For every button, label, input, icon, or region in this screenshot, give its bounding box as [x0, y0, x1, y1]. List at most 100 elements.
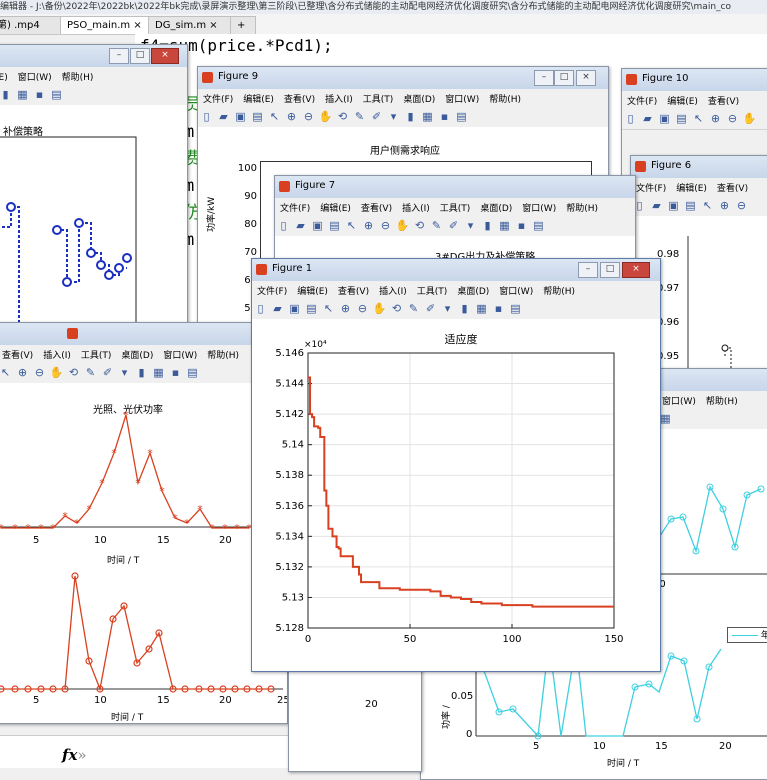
rotate-icon[interactable]: ⟲: [334, 107, 351, 127]
zoom-in-icon[interactable]: ⊕: [283, 107, 300, 127]
title-bar[interactable]: Figure 9 – □ ×: [198, 67, 608, 89]
brush-icon[interactable]: ✐: [422, 299, 439, 319]
toolbar-icon[interactable]: ▪: [31, 85, 48, 105]
figure-8-window[interactable]: 查看(V) 插入(I) 工具(T) 桌面(D) 窗口(W) 帮助(H) ↖ ⊕ ⊖ ✋ ⟲ ✎ ✐ ▾ ▮…: [0, 322, 288, 724]
menu-file[interactable]: 文件(F): [275, 198, 315, 217]
menu-edit[interactable]: 编辑(E): [662, 91, 703, 110]
menu-desktop[interactable]: 桌面(D): [475, 198, 517, 217]
zoom-in-icon[interactable]: ⊕: [14, 363, 31, 383]
hide-tools-icon[interactable]: ▪: [513, 216, 530, 236]
zoom-in-icon[interactable]: ⊕: [360, 216, 377, 236]
save-icon[interactable]: ▣: [286, 299, 303, 319]
close-button[interactable]: ×: [151, 48, 179, 64]
zoom-out-icon[interactable]: ⊖: [724, 109, 741, 129]
title-bar[interactable]: Figure 10: [622, 69, 767, 91]
datacursor-icon[interactable]: ✎: [351, 107, 368, 127]
zoom-out-icon[interactable]: ⊖: [31, 363, 48, 383]
menu-tools[interactable]: 工具(T): [412, 281, 453, 300]
legend-icon[interactable]: ▦: [473, 299, 490, 319]
title-bar[interactable]: [0, 323, 287, 345]
menu-help[interactable]: 帮助(H): [538, 281, 580, 300]
save-icon[interactable]: ▣: [309, 216, 326, 236]
menu-file[interactable]: 文件(F): [622, 91, 662, 110]
menu-help[interactable]: 帮助(H): [561, 198, 603, 217]
pointer-icon[interactable]: ↖: [699, 196, 716, 216]
pointer-icon[interactable]: ↖: [690, 109, 707, 129]
menu-edit[interactable]: 编辑(E): [315, 198, 356, 217]
menu-insert[interactable]: 插入(I): [374, 281, 412, 300]
menu-window[interactable]: 窗口(W): [494, 281, 538, 300]
legend-icon[interactable]: ▦: [496, 216, 513, 236]
link-icon[interactable]: ▾: [385, 107, 402, 127]
pan-icon[interactable]: ✋: [394, 216, 411, 236]
brush-icon[interactable]: ✐: [445, 216, 462, 236]
menu-window[interactable]: 窗口(W): [13, 67, 57, 86]
new-icon[interactable]: ▯: [198, 107, 215, 127]
menu-desktop[interactable]: 桌面(D): [452, 281, 494, 300]
maximize-button[interactable]: □: [130, 48, 150, 64]
title-bar[interactable]: Figure 1 – □ ×: [252, 259, 660, 281]
tab-add-button[interactable]: +: [230, 16, 256, 34]
menu-edit[interactable]: 编辑(E): [0, 67, 13, 86]
pointer-icon[interactable]: ↖: [343, 216, 360, 236]
menu-insert[interactable]: 插入(I): [320, 89, 358, 108]
open-icon[interactable]: ▰: [639, 109, 656, 129]
menu-file[interactable]: 文件(F): [252, 281, 292, 300]
menu-window[interactable]: 窗口(W): [657, 391, 701, 410]
zoom-out-icon[interactable]: ⊖: [377, 216, 394, 236]
colorbar-icon[interactable]: ▮: [402, 107, 419, 127]
pointer-icon[interactable]: ↖: [0, 363, 14, 383]
tab-pso-main[interactable]: PSO_main.m ×: [60, 16, 152, 34]
rotate-icon[interactable]: ⟲: [65, 363, 82, 383]
pan-icon[interactable]: ✋: [317, 107, 334, 127]
hide-tools-icon[interactable]: ▪: [436, 107, 453, 127]
title-bar[interactable]: Figure 6: [631, 156, 767, 178]
open-icon[interactable]: ▰: [292, 216, 309, 236]
brush-icon[interactable]: ✐: [99, 363, 116, 383]
show-tools-icon[interactable]: ▤: [453, 107, 470, 127]
menu-file[interactable]: 文件(F): [198, 89, 238, 108]
pan-icon[interactable]: ✋: [371, 299, 388, 319]
pointer-icon[interactable]: ↖: [266, 107, 283, 127]
brush-icon[interactable]: ✐: [368, 107, 385, 127]
save-icon[interactable]: ▣: [656, 109, 673, 129]
close-button[interactable]: ×: [576, 70, 596, 86]
menu-help[interactable]: 帮助(H): [484, 89, 526, 108]
link-icon[interactable]: ▾: [116, 363, 133, 383]
colorbar-icon[interactable]: ▮: [456, 299, 473, 319]
menu-desktop[interactable]: 桌面(D): [398, 89, 440, 108]
menu-view[interactable]: 查看(V): [333, 281, 374, 300]
menu-help[interactable]: 帮助(H): [701, 391, 743, 410]
zoom-out-icon[interactable]: ⊖: [300, 107, 317, 127]
menu-edit[interactable]: 编辑(E): [292, 281, 333, 300]
rotate-icon[interactable]: ⟲: [411, 216, 428, 236]
open-icon[interactable]: ▰: [215, 107, 232, 127]
print-icon[interactable]: ▤: [326, 216, 343, 236]
toolbar-icon[interactable]: ▮: [0, 85, 14, 105]
show-tools-icon[interactable]: ▤: [530, 216, 547, 236]
hide-tools-icon[interactable]: ▪: [167, 363, 184, 383]
menu-window[interactable]: 窗口(W): [158, 345, 202, 364]
datacursor-icon[interactable]: ✎: [428, 216, 445, 236]
link-icon[interactable]: ▾: [462, 216, 479, 236]
pan-icon[interactable]: ✋: [48, 363, 65, 383]
show-tools-icon[interactable]: ▤: [184, 363, 201, 383]
menu-insert[interactable]: 插入(I): [38, 345, 76, 364]
zoom-in-icon[interactable]: ⊕: [337, 299, 354, 319]
toolbar-icon[interactable]: ▦: [14, 85, 31, 105]
print-icon[interactable]: ▤: [682, 196, 699, 216]
new-icon[interactable]: ▯: [252, 299, 269, 319]
link-icon[interactable]: ▾: [439, 299, 456, 319]
menu-edit[interactable]: 编辑(E): [238, 89, 279, 108]
close-button[interactable]: ×: [622, 262, 650, 278]
menu-edit[interactable]: 编辑(E): [671, 178, 712, 197]
menu-view[interactable]: 查看(V): [703, 91, 744, 110]
menu-desktop[interactable]: 桌面(D): [116, 345, 158, 364]
zoom-out-icon[interactable]: ⊖: [354, 299, 371, 319]
minimize-button[interactable]: –: [578, 262, 598, 278]
new-icon[interactable]: ▯: [275, 216, 292, 236]
menu-tools[interactable]: 工具(T): [435, 198, 476, 217]
menu-window[interactable]: 窗口(W): [440, 89, 484, 108]
datacursor-icon[interactable]: ✎: [82, 363, 99, 383]
menu-file[interactable]: 文件(F): [631, 178, 671, 197]
